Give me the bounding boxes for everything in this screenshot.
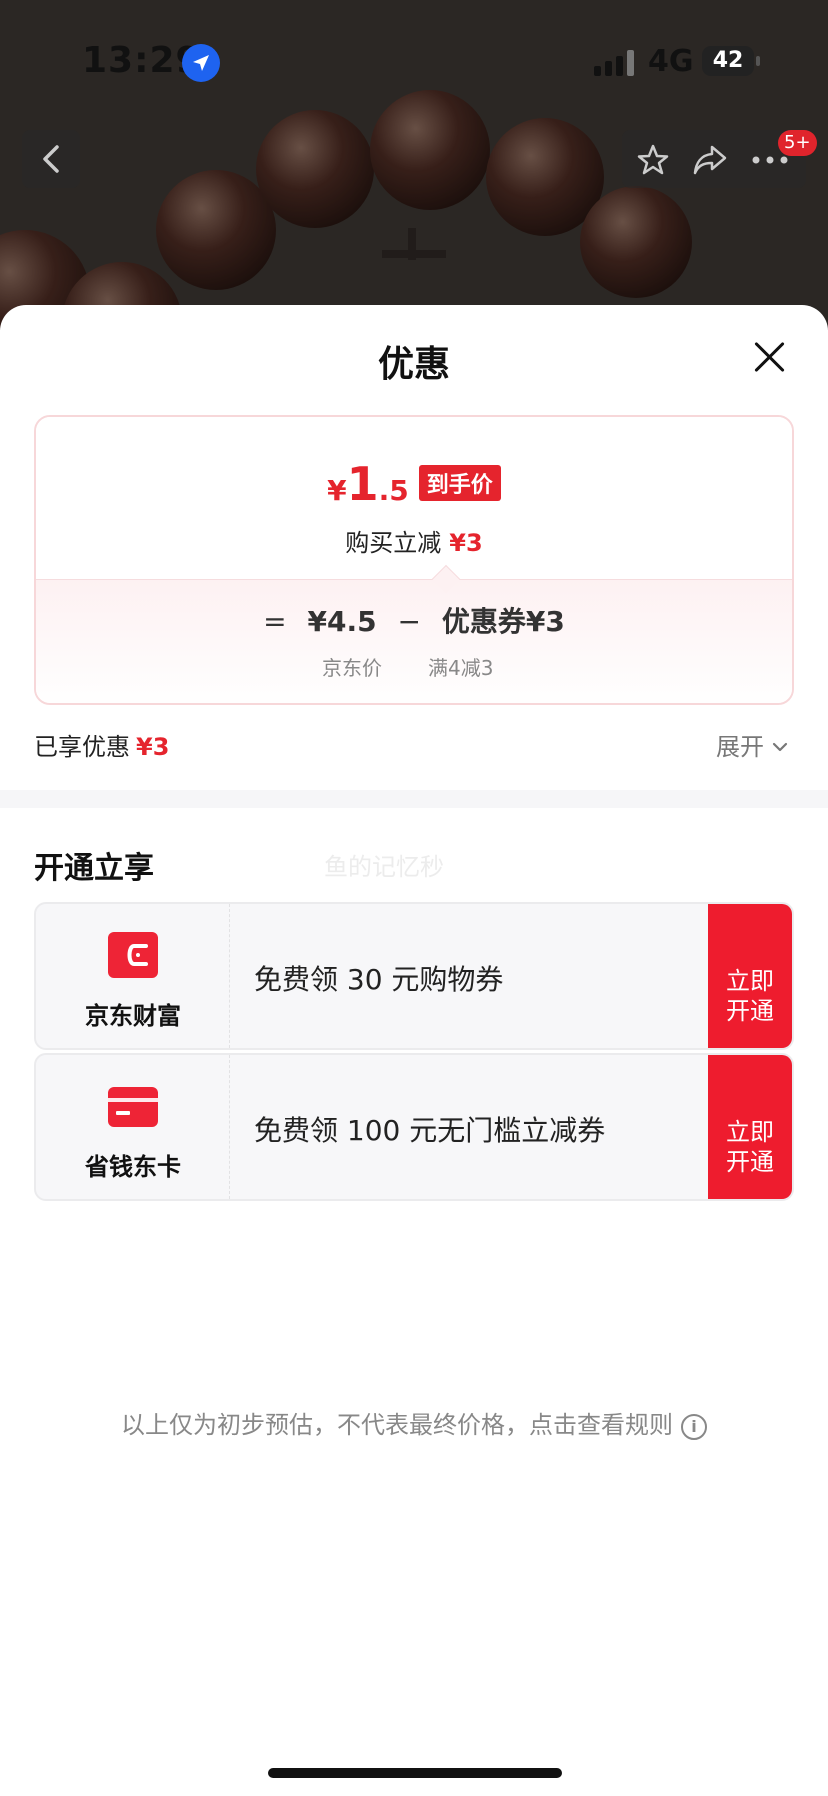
signal-icon — [594, 50, 636, 76]
activate-label-line1: 立即 — [726, 968, 774, 995]
benefit-card-jd-finance[interactable]: 京东财富 免费领 30 元购物券 立即 开通 — [34, 902, 794, 1050]
jd-price-value: ¥4.5 — [307, 605, 377, 638]
share-icon[interactable] — [692, 143, 728, 177]
price-integer: 1 — [346, 457, 379, 511]
benefit-description: 免费领 100 元无门槛立减券 — [254, 1114, 606, 1147]
battery-icon: 42 — [702, 46, 760, 76]
activate-button[interactable]: 立即 开通 — [708, 1055, 792, 1199]
chevron-down-icon — [772, 742, 788, 752]
benefit-brand-area: 京东财富 — [36, 904, 230, 1048]
price-formula: = ¥4.5 − 优惠券¥3 — [36, 600, 792, 640]
close-icon[interactable] — [752, 339, 788, 375]
jd-price-label: 京东价 — [322, 656, 382, 680]
watermark-text: 鱼的记忆秒 — [324, 853, 444, 881]
info-icon: i — [681, 1414, 707, 1440]
enjoyed-discount-amount: ¥3 — [136, 733, 170, 761]
price-formula-section: = ¥4.5 − 优惠券¥3 京东价 满4减3 — [36, 579, 792, 703]
benefit-description: 免费领 30 元购物券 — [254, 963, 504, 996]
minus-sign: − — [397, 605, 421, 638]
benefit-brand-area: 省钱东卡 — [36, 1055, 230, 1199]
final-price-section: ¥1.5 到手价 购买立减 ¥3 — [36, 417, 792, 579]
instant-discount: 购买立减 ¥3 — [36, 523, 792, 558]
enjoyed-discount: 已享优惠 ¥3 — [34, 727, 169, 762]
benefit-brand: 京东财富 — [85, 1002, 181, 1030]
section-title: 开通立享 — [34, 851, 154, 886]
discount-sheet: 优惠 ¥1.5 到手价 购买立减 ¥3 = ¥4.5 − 优惠券¥3 京东价 满4减… — [0, 305, 828, 1796]
section-divider — [0, 790, 828, 808]
benefit-brand: 省钱东卡 — [85, 1153, 181, 1181]
location-arrow-icon — [182, 44, 220, 82]
card-icon — [108, 1087, 158, 1127]
coupon-value: 优惠券¥3 — [441, 605, 565, 638]
price-decimal: .5 — [378, 474, 409, 507]
footnote-text: 以上仅为初步预估，不代表最终价格，点击查看规则 — [121, 1411, 673, 1439]
activate-label-line2: 开通 — [726, 998, 774, 1025]
enjoyed-discount-label: 已享优惠 — [34, 733, 130, 761]
star-icon[interactable] — [636, 143, 670, 177]
back-button[interactable] — [22, 130, 80, 188]
more-icon[interactable] — [750, 155, 790, 165]
pricing-rules-link[interactable]: 以上仅为初步预估，不代表最终价格，点击查看规则 i — [0, 1405, 828, 1440]
notification-badge: 5+ — [778, 130, 817, 156]
instant-discount-amount: ¥3 — [449, 529, 483, 557]
instant-discount-label: 购买立减 — [345, 529, 442, 557]
wallet-icon — [108, 932, 158, 978]
final-price-tag: 到手价 — [418, 465, 501, 501]
status-bar: 13:29 4G 42 — [0, 0, 828, 110]
currency-symbol: ¥ — [327, 474, 347, 507]
expand-button[interactable]: 展开 — [716, 727, 788, 762]
expand-label: 展开 — [716, 733, 764, 761]
final-price: ¥1.5 到手价 — [36, 457, 792, 511]
network-type: 4G — [648, 44, 694, 79]
activate-label-line1: 立即 — [726, 1119, 774, 1146]
sheet-title: 优惠 — [377, 344, 450, 385]
benefit-card-saving-card[interactable]: 省钱东卡 免费领 100 元无门槛立减券 立即 开通 — [34, 1053, 794, 1201]
activate-label-line2: 开通 — [726, 1149, 774, 1176]
equals-sign: = — [263, 605, 287, 638]
coupon-rule: 满4减3 — [428, 656, 494, 680]
activate-button[interactable]: 立即 开通 — [708, 904, 792, 1048]
home-indicator[interactable] — [268, 1768, 562, 1778]
chevron-left-icon — [43, 145, 59, 173]
price-breakdown-card: ¥1.5 到手价 购买立减 ¥3 = ¥4.5 − 优惠券¥3 京东价 满4减3 — [34, 415, 794, 705]
